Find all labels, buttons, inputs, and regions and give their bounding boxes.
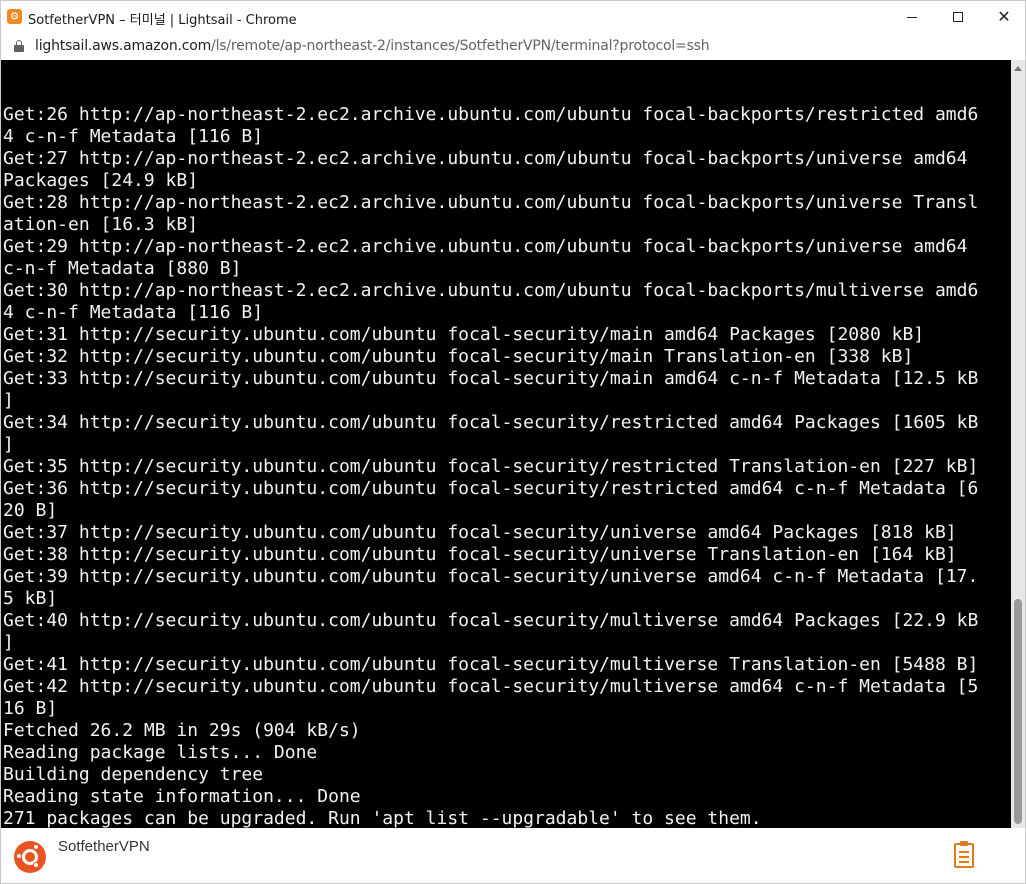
terminal-line: Get:33 http://security.ubuntu.com/ubuntu… [3,368,979,389]
maximize-icon [953,12,963,22]
terminal-line: c-n-f Metadata [880 B] [3,258,242,279]
minimize-button[interactable] [889,1,935,33]
url-text[interactable]: lightsail.aws.amazon.com/ls/remote/ap-no… [35,38,710,54]
maximize-button[interactable] [935,1,981,33]
terminal-line: Get:26 http://ap-northeast-2.ec2.archive… [3,104,979,125]
terminal-line: 5 kB] [3,588,58,609]
terminal-line: Reading state information... Done [3,786,361,807]
terminal-line: Get:35 http://security.ubuntu.com/ubuntu… [3,456,979,477]
terminal-line: Get:37 http://security.ubuntu.com/ubuntu… [3,522,957,543]
terminal-line: 20 B] [3,500,58,521]
terminal-line: 271 packages can be upgraded. Run 'apt l… [3,808,762,828]
url-path: /ls/remote/ap-northeast-2/instances/Sotf… [211,38,710,54]
close-icon: ✕ [997,7,1011,26]
terminal-line: Fetched 26.2 MB in 29s (904 kB/s) [3,720,361,741]
terminal-line: Get:29 http://ap-northeast-2.ec2.archive… [3,236,968,257]
close-button[interactable]: ✕ [981,1,1025,33]
terminal-line: ] [3,632,14,653]
url-host: lightsail.aws.amazon.com [35,38,212,54]
footer-bar: SotfetherVPN [1,828,1025,883]
minimize-icon [907,16,917,18]
terminal-view[interactable]: Get:26 http://ap-northeast-2.ec2.archive… [1,60,1011,828]
browser-window: ⊙ SotfetherVPN – 터미널 | Lightsail - Chrom… [0,0,1026,884]
scrollbar-thumb[interactable] [1014,599,1022,824]
ubuntu-logo-icon [14,841,46,873]
address-bar[interactable]: lightsail.aws.amazon.com/ls/remote/ap-no… [1,33,1025,60]
window-title: SotfetherVPN – 터미널 | Lightsail - Chrome [28,13,297,28]
terminal-line: Get:36 http://security.ubuntu.com/ubuntu… [3,478,979,499]
terminal-line: Get:34 http://security.ubuntu.com/ubuntu… [3,412,979,433]
terminal-line: Get:42 http://security.ubuntu.com/ubuntu… [3,676,979,697]
terminal-line: Get:27 http://ap-northeast-2.ec2.archive… [3,148,968,169]
terminal-line: Get:32 http://security.ubuntu.com/ubuntu… [3,346,914,367]
clipboard-icon[interactable] [954,841,974,868]
terminal-line: Get:40 http://security.ubuntu.com/ubuntu… [3,610,979,631]
terminal-line: Get:30 http://ap-northeast-2.ec2.archive… [3,280,979,301]
terminal-line: Packages [24.9 kB] [3,170,199,191]
terminal-line: 16 B] [3,698,58,719]
terminal-scrollbar[interactable] [1011,60,1025,828]
app-icon: ⊙ [7,9,22,24]
terminal-line: Get:39 http://security.ubuntu.com/ubuntu… [3,566,979,587]
lock-icon[interactable] [14,40,24,52]
terminal-line: ation-en [16.3 kB] [3,214,199,235]
terminal-line: 4 c-n-f Metadata [116 B] [3,126,264,147]
terminal-line: Get:31 http://security.ubuntu.com/ubuntu… [3,324,925,345]
title-bar[interactable]: ⊙ SotfetherVPN – 터미널 | Lightsail - Chrom… [1,1,1025,33]
instance-name: SotfetherVPN [58,838,150,855]
scroll-up-arrow-icon[interactable] [1014,66,1022,71]
terminal-line: 4 c-n-f Metadata [116 B] [3,302,264,323]
terminal-line: Get:28 http://ap-northeast-2.ec2.archive… [3,192,979,213]
terminal-line: Reading package lists... Done [3,742,318,763]
terminal-output: Get:26 http://ap-northeast-2.ec2.archive… [3,60,1003,828]
terminal-line: ] [3,390,14,411]
terminal-line: Building dependency tree [3,764,264,785]
terminal-line: Get:38 http://security.ubuntu.com/ubuntu… [3,544,957,565]
terminal-line: ] [3,434,14,455]
terminal-line: Get:41 http://security.ubuntu.com/ubuntu… [3,654,979,675]
